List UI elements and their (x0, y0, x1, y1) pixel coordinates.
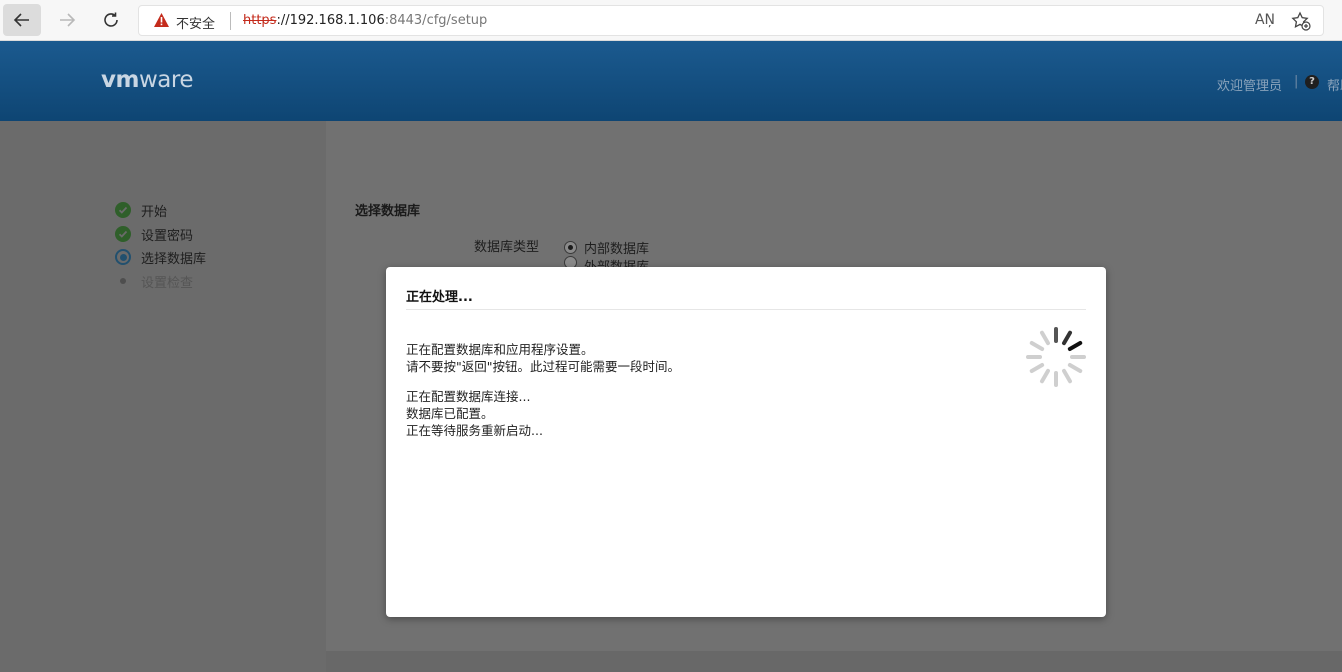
step-select-database: 选择数据库 (115, 248, 207, 267)
url-host: ://192.168.1.106 (276, 13, 385, 28)
loading-spinner-icon (1026, 327, 1086, 387)
radio-label: 外部数据库 (584, 256, 649, 267)
radio-external-db[interactable]: 外部数据库 (564, 256, 649, 267)
dialog-divider (406, 309, 1086, 310)
footer-bar (326, 651, 1342, 672)
spinner-spoke (1040, 330, 1050, 346)
reload-icon (104, 12, 118, 27)
arrow-left-icon (13, 13, 29, 27)
step-label: 开始 (141, 204, 168, 220)
spinner-spoke (1062, 330, 1072, 346)
check-circle-icon (115, 226, 131, 242)
spinner-spoke (1062, 368, 1072, 384)
step-label: 设置检查 (141, 275, 194, 291)
section-title: 选择数据库 (355, 204, 421, 219)
spinner-spoke (1067, 363, 1083, 373)
warning-icon[interactable] (153, 12, 170, 28)
browser-toolbar: 不安全 https://192.168.1.106:8443/cfg/setup… (0, 0, 1342, 41)
help-icon[interactable]: ? (1305, 75, 1319, 89)
logo-vm: vm (101, 67, 139, 93)
logo-ware: ware (138, 67, 194, 93)
url-scheme: https (243, 13, 277, 28)
dialog-title: 正在处理... (406, 290, 473, 305)
address-bar[interactable]: 不安全 https://192.168.1.106:8443/cfg/setup… (138, 5, 1324, 36)
spinner-spoke (1067, 341, 1083, 351)
arrow-right-icon (60, 13, 76, 27)
address-separator (230, 12, 231, 30)
radio-button[interactable] (564, 241, 577, 254)
check-circle-icon (115, 202, 131, 218)
forward-button[interactable] (48, 4, 86, 36)
spinner-spoke (1029, 363, 1045, 373)
step-label: 设置密码 (141, 228, 194, 244)
db-type-label: 数据库类型 (474, 240, 540, 255)
help-link[interactable]: 帮助 (1327, 75, 1342, 94)
add-favorite-icon[interactable] (1291, 11, 1311, 31)
radio-button[interactable] (564, 256, 577, 267)
step-label: 选择数据库 (141, 251, 207, 267)
url-path: :8443/cfg/setup (384, 13, 488, 28)
security-status[interactable]: 不安全 (176, 13, 215, 32)
radio-label: 内部数据库 (584, 242, 650, 257)
spinner-spoke (1029, 341, 1045, 351)
step-set-password: 设置密码 (115, 225, 194, 244)
read-aloud-icon[interactable]: AŅ (1255, 12, 1275, 28)
status-message: 请不要按"返回"按钮。此过程可能需要一段时间。 (406, 359, 680, 374)
step-setup-check: 设置检查 (115, 272, 194, 291)
url-text[interactable]: https://192.168.1.106:8443/cfg/setup (243, 13, 487, 28)
radio-internal-db[interactable]: 内部数据库 (564, 238, 649, 257)
vmware-logo: vmware (101, 67, 193, 93)
app-header: vmware 欢迎管理员 | ? 帮助 (0, 41, 1342, 121)
spinner-spoke (1040, 368, 1050, 384)
processing-dialog: 正在处理... 正在配置数据库和应用程序设置。 请不要按"返回"按钮。此过程可能… (386, 267, 1106, 617)
current-step-icon (115, 249, 131, 265)
reload-button[interactable] (92, 4, 130, 36)
back-button[interactable] (3, 4, 41, 36)
welcome-user: 欢迎管理员 (1217, 79, 1283, 94)
step-start: 开始 (115, 201, 168, 220)
pending-dot-icon (115, 278, 131, 284)
progress-log-line: 正在等待服务重新启动... (406, 423, 543, 438)
header-separator: | (1294, 74, 1299, 89)
